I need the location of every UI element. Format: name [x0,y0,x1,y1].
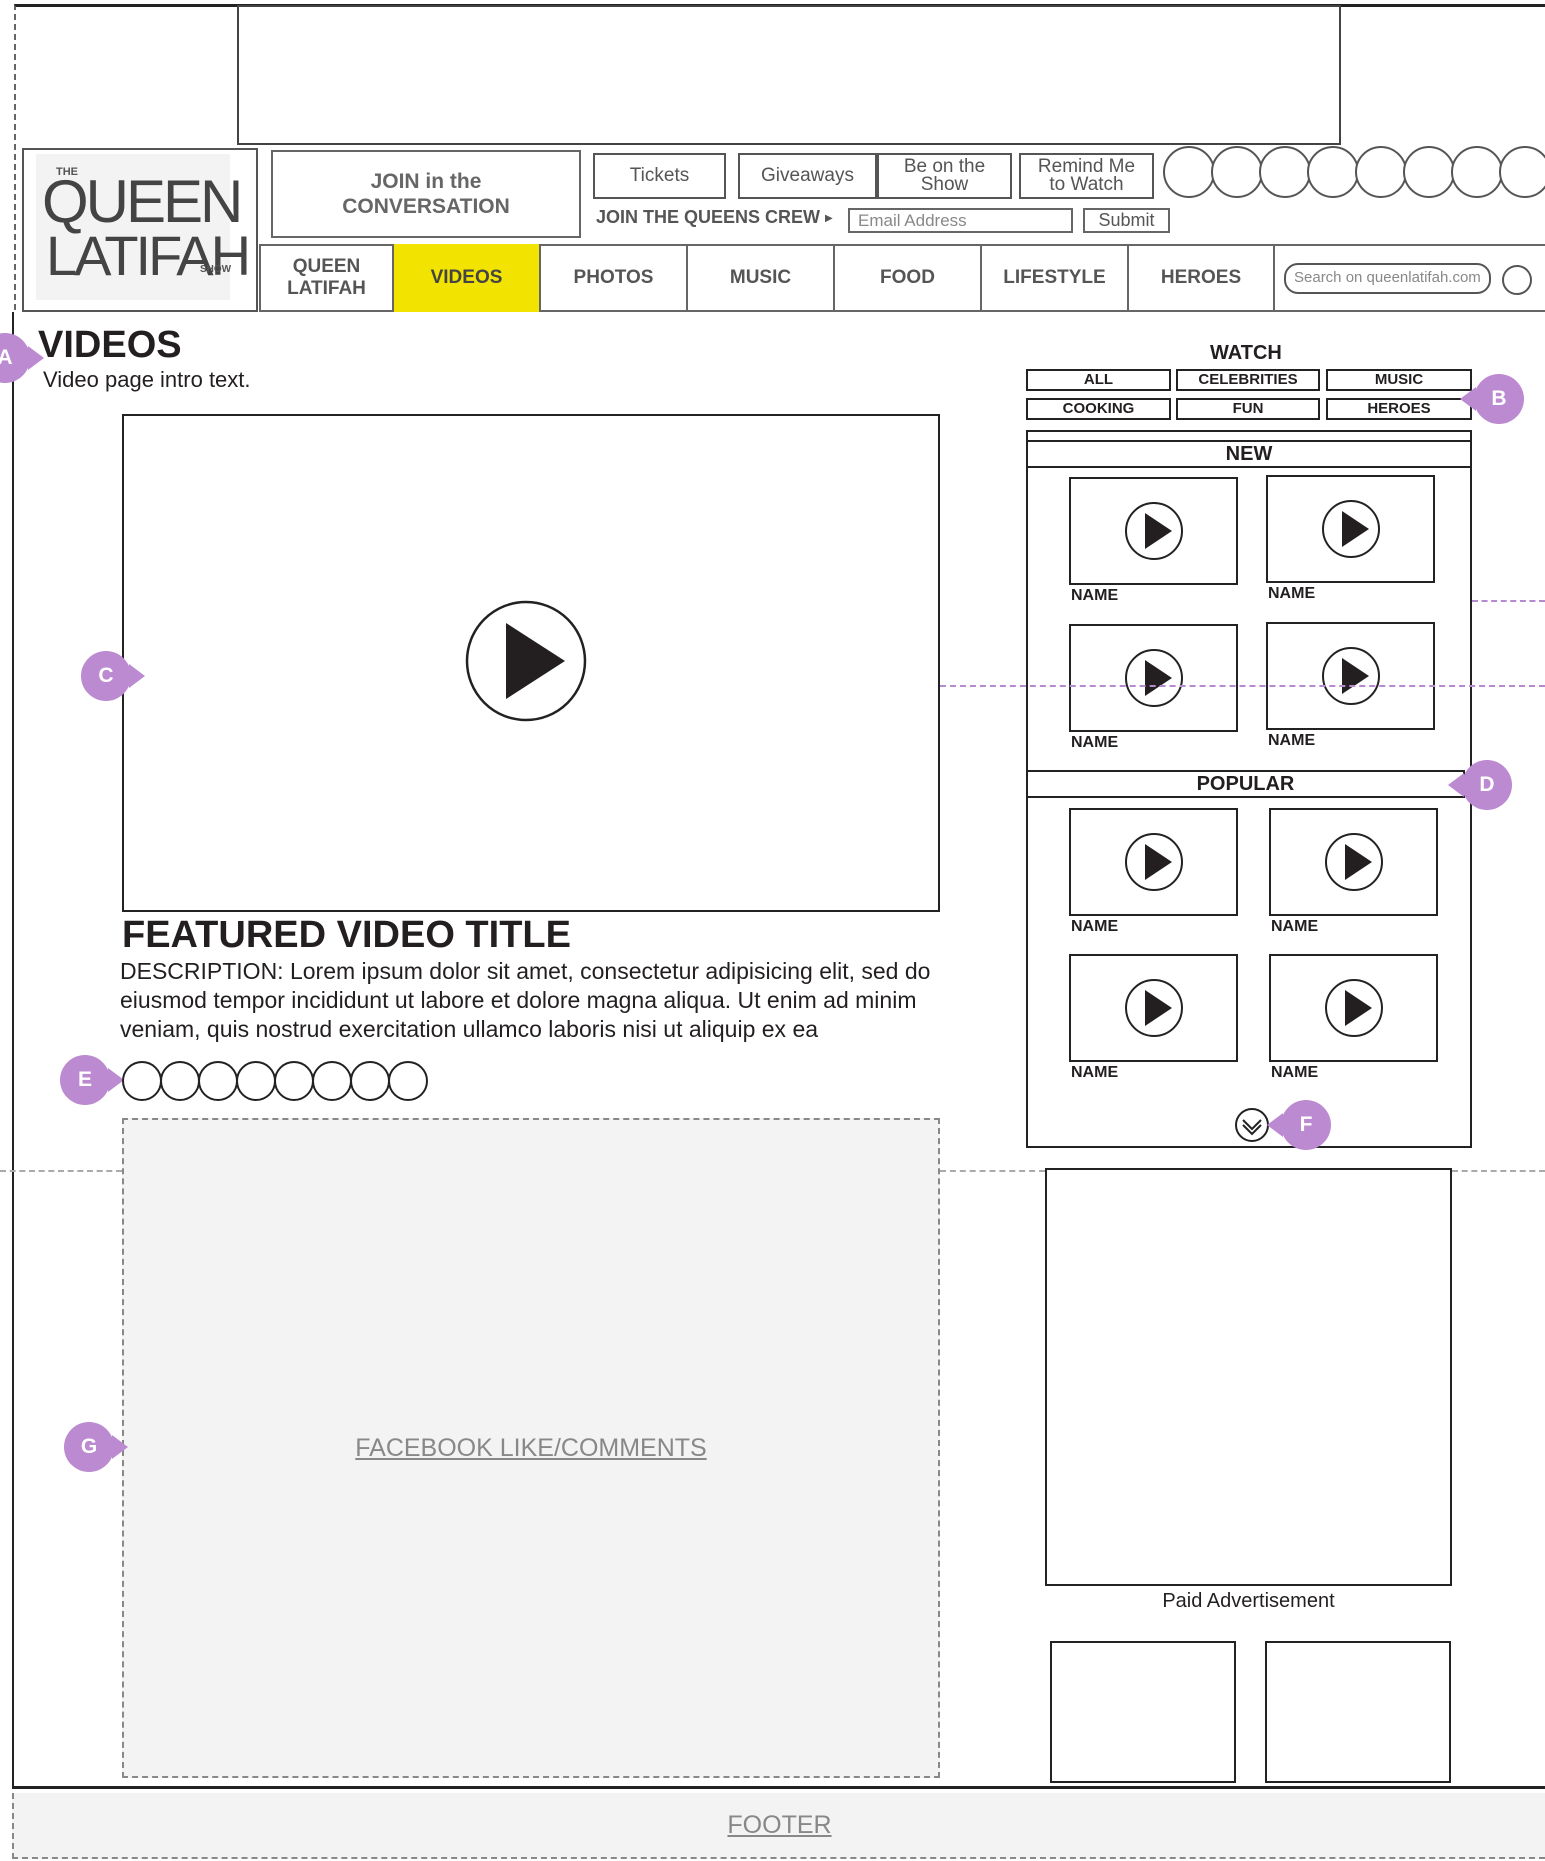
video-name[interactable]: NAME [1271,918,1318,936]
popular-section-header: POPULAR [1026,770,1465,798]
annotation-marker-d: D [1448,760,1512,810]
share-icon[interactable] [198,1061,238,1101]
search-input[interactable]: Search on queenlatifah.com [1284,263,1491,294]
divider [1452,1170,1545,1172]
featured-video-player[interactable] [122,414,940,912]
logo-queen: QUEEN [42,168,243,235]
video-thumbnail[interactable] [1266,475,1435,583]
video-thumbnail[interactable] [1069,808,1238,916]
watch-heading: WATCH [1210,342,1282,364]
filter-music[interactable]: MUSIC [1326,369,1472,391]
video-name[interactable]: NAME [1268,585,1315,603]
video-name[interactable]: NAME [1268,732,1315,750]
video-name[interactable]: NAME [1071,918,1118,936]
filter-all[interactable]: ALL [1026,369,1171,391]
nav-item-food[interactable]: FOOD [833,244,980,312]
social-icon[interactable] [1499,146,1545,198]
remind-me-button[interactable]: Remind Me to Watch [1019,153,1154,199]
nav-item-queen-latifah[interactable]: QUEEN LATIFAH [259,244,392,312]
footer: FOOTER [12,1793,1545,1859]
nav-item-lifestyle[interactable]: LIFESTYLE [980,244,1127,312]
share-icon[interactable] [236,1061,276,1101]
video-name[interactable]: NAME [1271,1064,1318,1082]
video-name[interactable]: NAME [1071,734,1118,752]
social-icon[interactable] [1259,146,1311,198]
logo-latifah: LATIFAH [46,224,251,287]
nav-item-heroes[interactable]: HEROES [1127,244,1273,312]
be-on-the-show-button[interactable]: Be on the Show [877,153,1012,199]
annotation-marker-f: F [1267,1100,1331,1150]
submit-button[interactable]: Submit [1083,208,1170,233]
page-intro: Video page intro text. [43,367,251,392]
paid-advertisement-label: Paid Advertisement [1162,1590,1335,1612]
annotation-connector [1472,600,1545,602]
banner-ad-placeholder[interactable] [237,5,1341,145]
play-icon[interactable] [1321,646,1381,706]
video-thumbnail[interactable] [1069,954,1238,1062]
share-icon[interactable] [312,1061,352,1101]
nav-item-music[interactable]: MUSIC [686,244,833,312]
video-name[interactable]: NAME [1071,1064,1118,1082]
crew-label-text: JOIN THE QUEENS CREW [596,207,821,227]
facebook-comments-label: FACEBOOK LIKE/COMMENTS [355,1433,707,1462]
small-ad[interactable] [1265,1641,1451,1783]
divider [940,1170,1045,1172]
annotation-marker-b: B [1460,374,1524,424]
share-icon[interactable] [350,1061,390,1101]
play-icon[interactable] [1124,832,1184,892]
page-title: VIDEOS [38,324,182,366]
share-icon[interactable] [388,1061,428,1101]
giveaways-button[interactable]: Giveaways [738,153,877,199]
search-icon[interactable] [1502,265,1532,295]
divider [0,1170,122,1172]
chevron-down-icon[interactable] [1234,1107,1270,1143]
paid-advertisement[interactable] [1045,1168,1452,1586]
filter-heroes[interactable]: HEROES [1326,398,1472,420]
footer-label[interactable]: FOOTER [727,1811,831,1840]
video-thumbnail[interactable] [1269,954,1438,1062]
caret-right-icon: ▶ [825,213,833,224]
play-icon[interactable] [1124,501,1184,561]
annotation-marker-c: C [81,651,145,701]
nav-item-videos[interactable]: VIDEOS [392,244,539,312]
video-thumbnail[interactable] [1069,624,1238,732]
filter-cooking[interactable]: COOKING [1026,398,1171,420]
facebook-comments-placeholder[interactable]: FACEBOOK LIKE/COMMENTS [122,1118,940,1778]
social-icon[interactable] [1307,146,1359,198]
video-thumbnail[interactable] [1269,808,1438,916]
share-icon[interactable] [122,1061,162,1101]
new-section-header: NEW [1026,440,1472,468]
social-icon[interactable] [1163,146,1215,198]
play-icon[interactable] [1324,978,1384,1038]
play-icon[interactable] [1321,499,1381,559]
nav-item-photos[interactable]: PHOTOS [539,244,686,312]
play-icon[interactable] [1124,648,1184,708]
social-icon[interactable] [1451,146,1503,198]
small-ad[interactable] [1050,1641,1236,1783]
filter-celebrities[interactable]: CELEBRITIES [1176,369,1320,391]
featured-video-description: DESCRIPTION: Lorem ipsum dolor sit amet,… [120,958,931,1042]
email-input[interactable]: Email Address [848,208,1073,233]
tickets-button[interactable]: Tickets [593,153,726,199]
video-name[interactable]: NAME [1071,587,1118,605]
annotation-connector [940,685,1545,687]
filter-fun[interactable]: FUN [1176,398,1320,420]
video-thumbnail[interactable] [1266,622,1435,730]
crew-label: JOIN THE QUEENS CREW ▶ [596,207,833,228]
featured-video-title: FEATURED VIDEO TITLE [122,914,571,956]
share-icon[interactable] [274,1061,314,1101]
play-icon[interactable] [1324,832,1384,892]
play-icon[interactable] [1124,978,1184,1038]
logo-show: SHOW [200,264,232,275]
share-icon[interactable] [160,1061,200,1101]
video-thumbnail[interactable] [1069,477,1238,585]
play-icon[interactable] [464,599,588,723]
social-icon[interactable] [1403,146,1455,198]
social-icon[interactable] [1355,146,1407,198]
join-conversation-button[interactable]: JOIN in the CONVERSATION [271,150,581,238]
social-icon[interactable] [1211,146,1263,198]
annotation-marker-e: E [60,1055,124,1105]
annotation-marker-g: G [64,1422,128,1472]
